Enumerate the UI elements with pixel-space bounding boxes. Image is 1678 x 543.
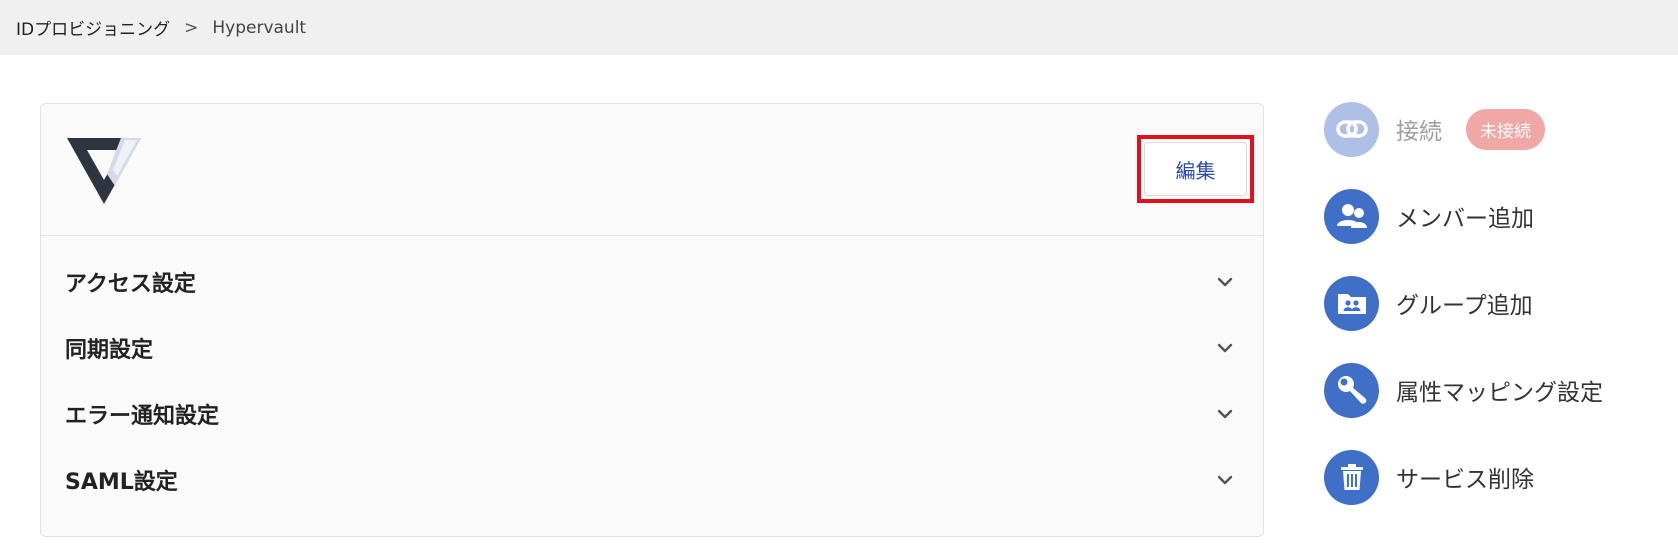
breadcrumb-current: Hypervault (212, 17, 307, 38)
section-title: エラー通知設定 (65, 404, 220, 429)
section-title: アクセス設定 (65, 272, 196, 297)
group-folder-icon (1324, 275, 1379, 331)
chevron-down-icon[interactable] (1215, 338, 1235, 358)
sidebar-item-connect: 接続 未接続 (1324, 101, 1545, 157)
edit-button[interactable]: 編集 (1144, 142, 1247, 196)
section-access-settings[interactable]: アクセス設定 (65, 262, 1241, 302)
hypervault-logo (67, 138, 141, 204)
sidebar-item-label: メンバー追加 (1396, 206, 1534, 232)
wrench-icon (1324, 362, 1379, 418)
sidebar-item-label: 接続 (1396, 119, 1442, 145)
service-card-header: 編集 (41, 104, 1263, 236)
sidebar-item-label: サービス削除 (1396, 467, 1534, 493)
section-saml-settings[interactable]: SAML設定 (65, 460, 1241, 500)
sidebar-item-label: 属性マッピング設定 (1396, 380, 1603, 406)
sidebar-item-delete-service[interactable]: サービス削除 (1324, 449, 1534, 505)
users-icon (1324, 188, 1379, 244)
section-title: SAML設定 (65, 470, 178, 495)
sidebar-item-add-group[interactable]: グループ追加 (1324, 275, 1533, 331)
service-card: 編集 アクセス設定 同期設定 エラー通知設定 SAML設定 (40, 103, 1264, 537)
sidebar-item-label: グループ追加 (1396, 293, 1533, 319)
section-error-notification-settings[interactable]: エラー通知設定 (65, 394, 1241, 434)
breadcrumb: IDプロビジョニング > Hypervault (0, 0, 1678, 55)
breadcrumb-root-link[interactable]: IDプロビジョニング (16, 15, 170, 40)
breadcrumb-separator: > (184, 17, 199, 38)
sidebar-item-attribute-mapping[interactable]: 属性マッピング設定 (1324, 362, 1603, 418)
link-icon (1324, 101, 1379, 157)
trash-icon (1324, 449, 1379, 505)
status-badge: 未接続 (1466, 108, 1545, 150)
chevron-down-icon[interactable] (1215, 470, 1235, 490)
chevron-down-icon[interactable] (1215, 272, 1235, 292)
chevron-down-icon[interactable] (1215, 404, 1235, 424)
section-title: 同期設定 (65, 338, 154, 363)
sidebar-item-add-member[interactable]: メンバー追加 (1324, 188, 1534, 244)
section-sync-settings[interactable]: 同期設定 (65, 328, 1241, 368)
